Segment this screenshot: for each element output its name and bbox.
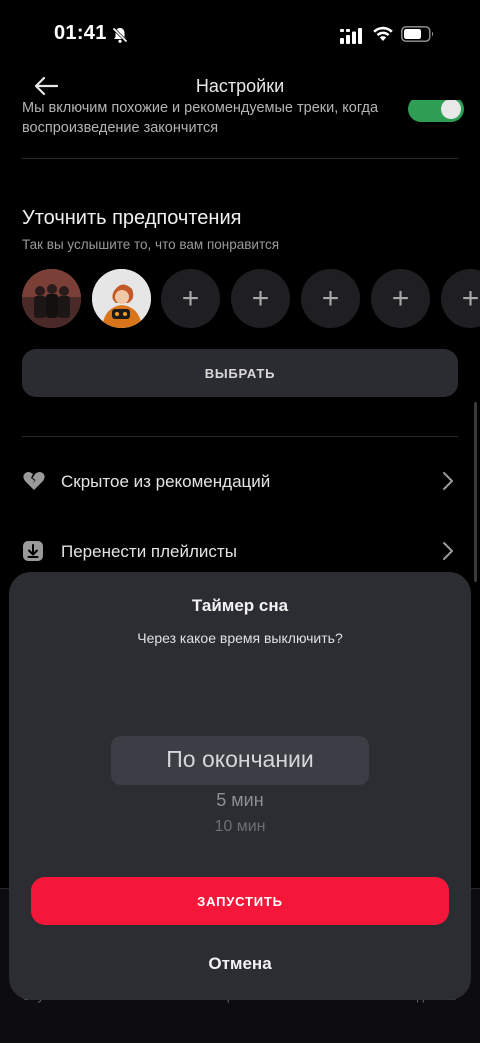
plus-icon: + (321, 281, 340, 315)
choose-preferences-button[interactable]: ВЫБРАТЬ (22, 349, 458, 397)
status-bar: 01:41 (0, 0, 480, 70)
chevron-right-icon (442, 471, 454, 496)
plus-icon: + (251, 281, 270, 315)
status-time: 01:41 (54, 22, 107, 44)
menu-item-label: Скрытое из рекомендаций (61, 472, 271, 491)
add-preference-button[interactable]: + (231, 269, 290, 328)
wifi-icon (372, 25, 394, 47)
page-title: Настройки (195, 76, 285, 96)
sleep-timer-subtitle: Через какое время выключить? (137, 630, 343, 646)
divider (22, 436, 458, 437)
add-preference-button[interactable]: + (371, 269, 430, 328)
menu-item-hidden-recommendations[interactable]: Скрытое из рекомендаций (22, 462, 458, 502)
settings-content[interactable]: Мы включим похожие и рекомендуемые треки… (0, 100, 480, 580)
autoplay-description: Мы включим похожие и рекомендуемые треки… (22, 100, 379, 136)
plus-icon: + (461, 281, 480, 315)
start-timer-button[interactable]: ЗАПУСТИТЬ (31, 877, 449, 925)
add-preference-button[interactable]: + (441, 269, 480, 328)
preferences-artists: + + + + + (22, 269, 480, 329)
download-box-icon (22, 540, 44, 567)
artist-avatar[interactable] (92, 269, 151, 328)
preferences-title: Уточнить предпочтения (22, 207, 242, 229)
cancel-button[interactable]: Отмена (9, 954, 471, 974)
menu-item-label: Перенести плейлисты (61, 542, 237, 561)
add-preference-button[interactable]: + (161, 269, 220, 328)
sleep-timer-title: Таймер сна (191, 596, 289, 615)
preferences-subtitle: Так вы услышите то, что вам понравится (22, 237, 280, 252)
picker-option-selected[interactable]: По окончании (9, 746, 471, 773)
scrollbar[interactable] (474, 402, 477, 582)
plus-icon: + (391, 281, 410, 315)
cellular-signal-icon (340, 28, 362, 49)
broken-heart-icon (22, 470, 46, 497)
sleep-timer-sheet: Таймер сна Через какое время выключить? … (9, 572, 471, 1000)
autoplay-toggle[interactable] (408, 100, 464, 122)
add-preference-button[interactable]: + (301, 269, 360, 328)
chevron-right-icon (442, 541, 454, 566)
divider (22, 158, 458, 159)
artist-avatar[interactable] (22, 269, 81, 328)
bell-off-icon (111, 26, 129, 49)
battery-icon (401, 26, 435, 47)
menu-item-transfer-playlists[interactable]: Перенести плейлисты (22, 532, 458, 572)
picker-option[interactable]: 5 мин (9, 790, 471, 811)
plus-icon: + (181, 281, 200, 315)
picker-option[interactable]: 10 мин (9, 818, 471, 832)
